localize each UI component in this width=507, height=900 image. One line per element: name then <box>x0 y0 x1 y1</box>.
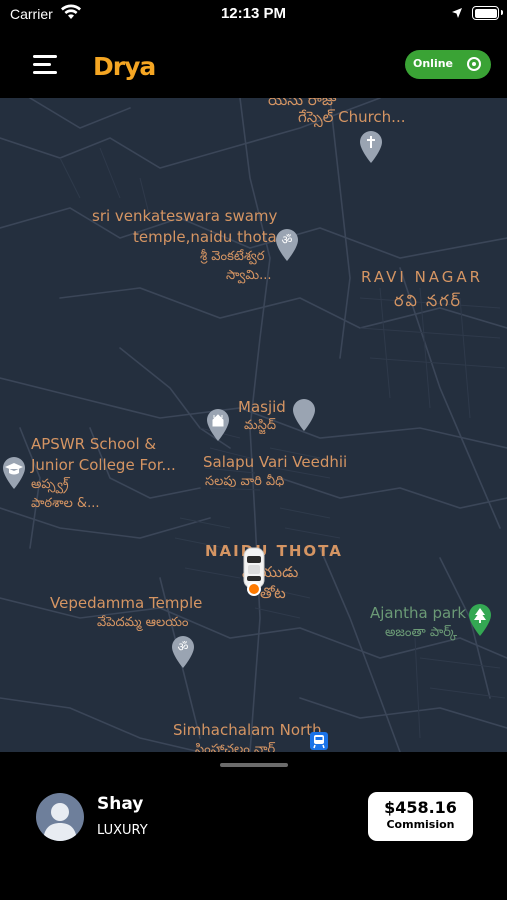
map-label: Simhachalam North <box>173 721 322 739</box>
park-label: అజంతా పార్క్ <box>385 625 458 640</box>
svg-text:ॐ: ॐ <box>178 640 189 654</box>
map-label: సింహాచలం నార్త్ <box>195 742 276 752</box>
commission-amount: $458.16 <box>384 798 457 817</box>
toggle-knob-icon <box>467 57 481 71</box>
driver-name: Shay <box>97 794 144 814</box>
map-view[interactable]: యేసు రాజు గేస్సెల్ Church... sri venkate… <box>0 98 507 752</box>
vehicle-class: LUXURY <box>97 823 148 838</box>
map-label: మస్జిద్ <box>244 418 277 433</box>
area-label: RAVI NAGAR <box>361 268 484 286</box>
map-label: పాఠశాల &... <box>31 496 100 511</box>
user-silhouette-icon <box>43 803 77 841</box>
status-bar: Carrier 12:13 PM <box>0 0 507 30</box>
map-label: sri venkateswara swamy <box>92 207 278 225</box>
map-label: వేపెదమ్మ ఆలయం <box>97 615 189 630</box>
commission-card[interactable]: $458.16 Commision <box>368 792 473 841</box>
commission-label: Commision <box>386 818 455 831</box>
map-label: temple,naidu thota <box>133 228 277 246</box>
om-temple-pin-icon[interactable]: ॐ <box>170 635 196 669</box>
online-status-toggle[interactable]: Online <box>405 50 491 79</box>
battery-icon <box>472 6 503 20</box>
online-toggle-label: Online <box>413 57 454 70</box>
area-label: NAIDU THOTA <box>205 542 343 560</box>
train-station-icon[interactable] <box>310 732 328 750</box>
app-header: Drya Online <box>0 30 507 98</box>
avatar <box>36 793 84 841</box>
church-pin-icon[interactable] <box>358 130 384 164</box>
hamburger-menu-icon[interactable] <box>33 55 59 77</box>
area-label: రవి నగర్ <box>394 291 462 310</box>
drag-handle[interactable] <box>220 763 288 767</box>
driver-panel: Shay LUXURY $458.16 Commision <box>0 752 507 900</box>
car-marker-icon <box>243 547 265 596</box>
school-pin-icon[interactable] <box>1 456 27 490</box>
app-logo: Drya <box>93 52 156 81</box>
location-arrow-icon <box>452 8 462 18</box>
om-temple-pin-icon[interactable]: ॐ <box>274 228 300 262</box>
map-label: అప్స్వ్ర్ <box>31 477 69 492</box>
map-label: శ్రీ వెంకటేశ్వర <box>200 249 265 264</box>
park-label: Ajantha park <box>370 604 467 622</box>
mosque-pin-icon[interactable] <box>291 398 317 432</box>
street-label: Salapu Vari Veedhii <box>203 453 348 471</box>
mosque-building-pin-icon[interactable] <box>205 408 231 442</box>
map-label: Junior College For... <box>31 456 176 474</box>
street-label: సలపు వారి వీధి <box>205 474 285 489</box>
clock: 12:13 PM <box>220 5 287 22</box>
map-label: స్వామి... <box>226 268 272 283</box>
map-label: Vepedamma Temple <box>50 594 203 612</box>
svg-text:ॐ: ॐ <box>282 233 293 247</box>
map-label: గేస్సెల్ Church... <box>298 108 406 126</box>
park-tree-pin-icon[interactable] <box>467 603 493 637</box>
map-label: Masjid <box>238 398 286 416</box>
map-label: APSWR School & <box>31 435 157 453</box>
